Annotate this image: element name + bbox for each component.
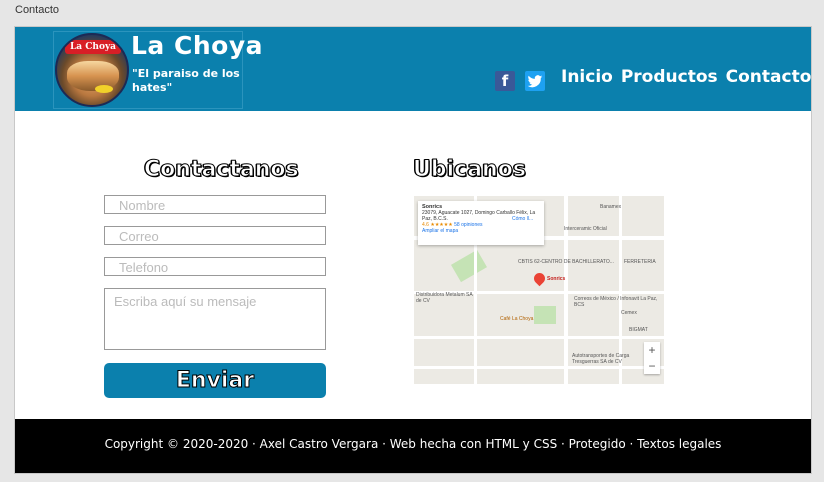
facebook-icon[interactable]: f [495,71,515,91]
lemon-image [95,85,113,93]
map-label-interceramic: Interceramic Oficial [564,226,607,232]
site-footer: Copyright © 2020-2020 · Axel Castro Verg… [15,419,811,473]
map-zoom-control: + − [644,342,660,374]
map-label-pin: Sonrics [547,276,566,282]
site-header: La Choya La Choya "El paraiso de los hat… [15,27,811,111]
map-title: Ubicanos [413,157,527,183]
twitter-bird-icon [527,75,543,88]
map-label-correos: Correos de México / Infonavit La Paz, BC… [574,296,658,308]
map-label-bigmat: BIGMAT [629,327,648,333]
zoom-in-button[interactable]: + [644,342,660,358]
brand-slogan: "El paraiso de los hates" [132,67,240,94]
map-park [534,306,556,324]
map-label-distributor: Distribuidora Metalum SA de CV [416,292,473,304]
nav-productos[interactable]: Productos [621,67,718,87]
send-button[interactable]: Enviar [104,363,326,398]
brand-name: La Choya [131,31,263,60]
message-field[interactable]: Escriba aquí su mensaje [104,288,326,350]
embedded-map[interactable]: Sonrics 23079, Aguacate 1027, Domingo Ca… [414,196,664,384]
map-label-banamex: Banamex [600,204,622,210]
logo-image: La Choya [55,33,129,107]
place-reviews-link[interactable]: 58 opiniones [454,222,482,228]
map-road [564,196,568,384]
nav-inicio[interactable]: Inicio [561,67,613,87]
logo-banner: La Choya [65,40,121,54]
footer-copyright: Copyright © 2020-2020 · Axel Castro Verg… [104,437,722,451]
page-viewport: La Choya La Choya "El paraiso de los hat… [14,26,812,474]
map-label-cbtis: CBTIS 62-CENTRO DE BACHILLERATO... [518,259,614,265]
phone-field[interactable]: Telefono [104,257,326,276]
map-place-card: Sonrics 23079, Aguacate 1027, Domingo Ca… [418,201,544,245]
map-park [451,249,487,283]
main-nav: Inicio Productos Contacto [561,67,811,87]
directions-link[interactable]: Cómo ll... [512,216,533,222]
enlarge-map-link[interactable]: Ampliar el mapa [422,228,540,234]
name-field[interactable]: Nombre [104,195,326,214]
map-road [414,336,664,339]
window-tab-title: Contacto [15,4,60,16]
map-label-cemex: Cemex [621,310,637,316]
zoom-out-button[interactable]: − [644,358,660,374]
twitter-icon[interactable] [525,71,545,91]
map-road [414,366,664,369]
email-field[interactable]: Correo [104,226,326,245]
map-label-cafe: Café La Choya [500,316,534,322]
map-label-ferreteria: FERRETERIA [624,259,656,265]
map-pin-icon[interactable] [531,270,548,287]
nav-contacto[interactable]: Contacto [726,67,811,87]
contact-title: Contactanos [144,157,300,183]
map-label-autotransportes: Autotransportes de Carga Tresguerras SA … [572,353,630,365]
